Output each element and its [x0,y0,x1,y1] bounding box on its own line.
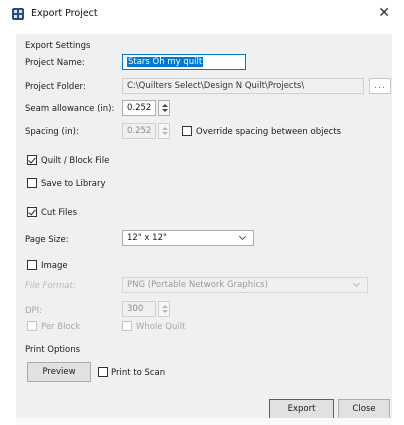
preview-button[interactable]: Preview [27,362,91,382]
dpi-input[interactable]: 300 [122,301,156,317]
per-block-checkbox[interactable] [27,321,37,331]
file-format-dropdown[interactable]: PNG (Portable Network Graphics) [122,277,368,293]
dpi-spinner[interactable] [158,301,170,317]
project-name-input[interactable]: Stars Oh my quilt [122,54,246,70]
file-format-value: PNG (Portable Network Graphics) [127,280,268,290]
seam-allowance-spinner[interactable] [158,100,170,116]
window-title: Export Project [31,8,98,19]
project-name-value: Stars Oh my quilt [127,57,204,67]
project-name-label: Project Name: [25,58,85,68]
image-checkbox[interactable] [27,260,37,270]
whole-quilt-checkbox[interactable] [122,321,132,331]
override-spacing-label: Override spacing between objects [196,127,342,137]
browse-folder-button[interactable]: ... [369,78,391,94]
print-to-scan-checkbox[interactable] [98,367,108,377]
spacing-label: Spacing (in): [25,127,79,137]
override-spacing-checkbox[interactable] [182,126,192,136]
chevron-down-icon [238,232,247,241]
close-icon[interactable]: ✕ [378,5,390,21]
chevron-down-icon [352,279,361,288]
quilt-block-file-checkbox[interactable] [27,155,37,165]
per-block-label: Per Block [41,322,81,332]
spacing-spinner[interactable] [158,123,170,139]
cut-files-label: Cut Files [41,208,78,218]
export-button[interactable]: Export [269,399,334,419]
bottom-edge [16,418,392,425]
save-to-library-label: Save to Library [41,179,106,189]
dialog-panel: Export Settings Project Name: Stars Oh m… [16,34,392,425]
cut-files-checkbox[interactable] [27,207,37,217]
close-button[interactable]: Close [338,399,390,419]
file-format-label: File Format: [25,281,76,291]
save-to-library-checkbox[interactable] [27,178,37,188]
project-folder-label: Project Folder: [25,82,86,92]
page-size-value: 12" x 12" [127,233,167,243]
spacing-input[interactable]: 0.252 [122,123,156,139]
quilt-block-file-label: Quilt / Block File [41,156,110,166]
project-folder-input[interactable]: C:\Quilters Select\Design N Quilt\Projec… [122,78,364,94]
export-settings-heading: Export Settings [25,41,91,51]
print-options-heading: Print Options [25,345,81,355]
dpi-label: DPI: [25,306,43,316]
seam-allowance-input[interactable]: 0.252 [122,100,156,116]
page-size-dropdown[interactable]: 12" x 12" [122,230,254,246]
page-size-label: Page Size: [25,235,69,245]
whole-quilt-label: Whole Quilt [136,322,186,332]
title-bar: Export Project ✕ [0,0,404,30]
seam-allowance-label: Seam allowance (in): [25,104,115,114]
print-to-scan-label: Print to Scan [111,368,166,378]
image-label: Image [41,261,68,271]
app-icon [12,8,24,20]
